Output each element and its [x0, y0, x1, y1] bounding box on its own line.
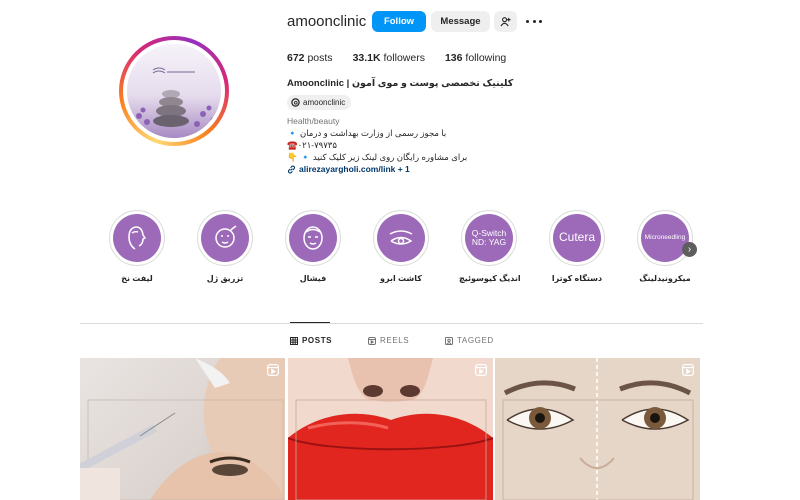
- suggested-users-button[interactable]: [494, 11, 517, 32]
- reel-icon: [267, 364, 279, 376]
- facial-mask-icon: [289, 214, 337, 262]
- reel-icon: [475, 364, 487, 376]
- microneedling-icon: Microneedling: [641, 214, 689, 262]
- more-options-icon[interactable]: [526, 14, 542, 28]
- reel-icon: [682, 364, 694, 376]
- highlight-item[interactable]: تزریق ژل: [195, 210, 255, 283]
- active-tab-indicator: [290, 322, 330, 323]
- bio-line: 🔹 با مجوز رسمی از وزارت بهداشت و درمان: [287, 128, 447, 138]
- tab-posts[interactable]: POSTS: [290, 336, 332, 345]
- followers-link[interactable]: 33.1K followers: [353, 52, 425, 64]
- posts-count: 672 posts: [287, 52, 333, 64]
- laser-icon: Q-Switch ND: YAG: [465, 214, 513, 262]
- message-button[interactable]: Message: [431, 11, 490, 32]
- gel-injection-icon: [201, 214, 249, 262]
- follow-button[interactable]: Follow: [372, 11, 426, 32]
- bio-link[interactable]: alirezayargholi.com/link + 1: [287, 164, 410, 174]
- highlight-item[interactable]: Q-Switch ND: YAG اندیگ کیوسوئیچ: [459, 210, 521, 283]
- highlights-next-icon[interactable]: ›: [682, 242, 697, 257]
- tab-tagged[interactable]: TAGGED: [445, 336, 494, 345]
- highlight-item[interactable]: کاشت ابرو: [371, 210, 431, 283]
- tabs-divider: [80, 323, 703, 324]
- threads-badge[interactable]: amoonclinic: [287, 95, 352, 110]
- face-lift-icon: [113, 214, 161, 262]
- profile-stats: 672 posts 33.1K followers 136 following: [287, 52, 506, 64]
- add-person-icon: [500, 17, 511, 27]
- grid-icon: [290, 336, 298, 345]
- tab-reels[interactable]: REELS: [368, 336, 409, 345]
- link-icon: [287, 165, 296, 173]
- cutera-icon: Cutera: [553, 214, 601, 262]
- following-link[interactable]: 136 following: [445, 52, 506, 64]
- threads-icon: [291, 98, 300, 107]
- eyebrow-icon: [377, 214, 425, 262]
- avatar-image: [127, 44, 221, 138]
- post-thumbnail[interactable]: [80, 358, 285, 500]
- post-thumbnail[interactable]: [495, 358, 700, 500]
- highlight-item[interactable]: لیفت نخ: [107, 210, 167, 283]
- profile-username: amoonclinic: [287, 13, 367, 30]
- bio-line: ☎️۰۲۱-۷۹۷۳۵: [287, 140, 337, 150]
- profile-avatar[interactable]: [119, 36, 229, 146]
- highlight-item[interactable]: فیشال: [283, 210, 343, 283]
- highlight-item[interactable]: Cutera دستگاه کوترا: [547, 210, 607, 283]
- post-thumbnail[interactable]: [288, 358, 493, 500]
- reels-icon: [368, 336, 376, 345]
- profile-category: Health/beauty: [287, 116, 340, 126]
- tagged-icon: [445, 336, 453, 345]
- bio-line: 👇 🔹 برای مشاوره رایگان روی لینک زیر کلیک…: [287, 152, 468, 162]
- profile-full-name: Amoonclinic | کلینیک تخصصی پوست و موی آم…: [287, 78, 514, 89]
